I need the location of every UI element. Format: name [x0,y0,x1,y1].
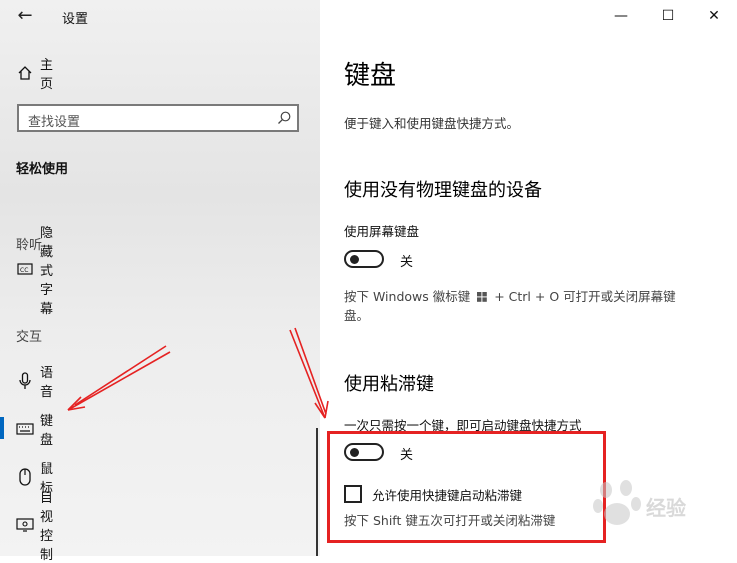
main-pane: — ☐ ✕ 键盘 便于键入和使用键盘快捷方式。 使用没有物理键盘的设备 使用屏幕… [320,0,737,556]
group-interaction: 交互 [16,330,43,345]
page-description: 便于键入和使用键盘快捷方式。 [344,116,520,131]
maximize-button[interactable]: ☐ [653,6,683,26]
toggle-knob [350,255,359,264]
category-title: 轻松使用 [16,162,69,177]
sidebar-item-closed-captions[interactable]: CC 隐藏式字幕 [16,226,53,317]
mouse-icon [16,468,34,486]
sticky-keys-label: 一次只需按一个键，即可启动键盘快捷方式 [344,418,582,433]
watermark-text: 经验 [646,496,686,520]
sticky-keys-shortcut-label: 允许使用快捷键启动粘滞键 [372,488,523,503]
group-hearing: 聆听 [16,238,43,253]
back-arrow-icon[interactable]: ← [14,5,36,27]
section-heading-onscreen: 使用没有物理键盘的设备 [344,180,542,201]
eye-control-icon [16,516,34,534]
nav-home[interactable]: 主页 [16,58,53,92]
microphone-icon [16,372,34,390]
onscreen-keyboard-toggle[interactable] [344,250,384,268]
keyboard-icon [16,420,34,438]
selection-indicator [0,417,4,439]
pane-divider [316,428,318,556]
sticky-keys-shortcut-checkbox[interactable] [344,485,362,503]
note-text-2: + Ctrl + O 可打开或关闭屏幕键 [494,289,676,304]
note-text-1: 按下 Windows 徽标键 [344,289,471,304]
sticky-keys-toggle[interactable] [344,443,384,461]
sticky-keys-toggle-state: 关 [400,448,414,463]
paw-logo-icon [593,480,641,525]
app-title: 设置 [62,12,89,27]
sidebar-item-eye-control[interactable]: 目视控制 [16,491,53,563]
toggle-knob [350,448,359,457]
search-placeholder: 查找设置 [28,115,81,130]
onscreen-keyboard-note: 按下 Windows 徽标键 + Ctrl + O 可打开或关闭屏幕键 盘。 [344,288,704,325]
close-button[interactable]: ✕ [699,6,729,26]
closed-caption-icon: CC [16,260,34,278]
sidebar-item-label: 隐藏式字幕 [40,225,54,317]
minimize-button[interactable]: — [606,6,636,26]
sidebar-item-speech[interactable]: 语音 [16,366,53,400]
section-heading-sticky-keys: 使用粘滞键 [344,374,434,395]
search-input[interactable]: 查找设置 [17,104,299,132]
windows-logo-icon [477,289,488,307]
svg-text:CC: CC [20,267,28,274]
note-text-3: 盘。 [344,308,370,323]
home-icon [16,64,34,82]
onscreen-keyboard-toggle-state: 关 [400,255,414,270]
sidebar-item-label: 键盘 [40,414,54,448]
sidebar-item-label: 目视控制 [40,491,54,563]
sidebar-item-keyboard[interactable]: 键盘 [16,414,53,448]
sidebar: ← 设置 主页 查找设置 轻松使用 聆听 CC 隐藏式字幕 交互 语音 键盘 鼠… [0,0,320,563]
search-icon[interactable] [276,110,292,130]
page-title: 键盘 [344,61,397,91]
watermark: 经验 [590,474,730,534]
onscreen-keyboard-label: 使用屏幕键盘 [344,224,420,239]
sidebar-item-label: 语音 [40,366,54,400]
nav-home-label: 主页 [40,58,54,92]
